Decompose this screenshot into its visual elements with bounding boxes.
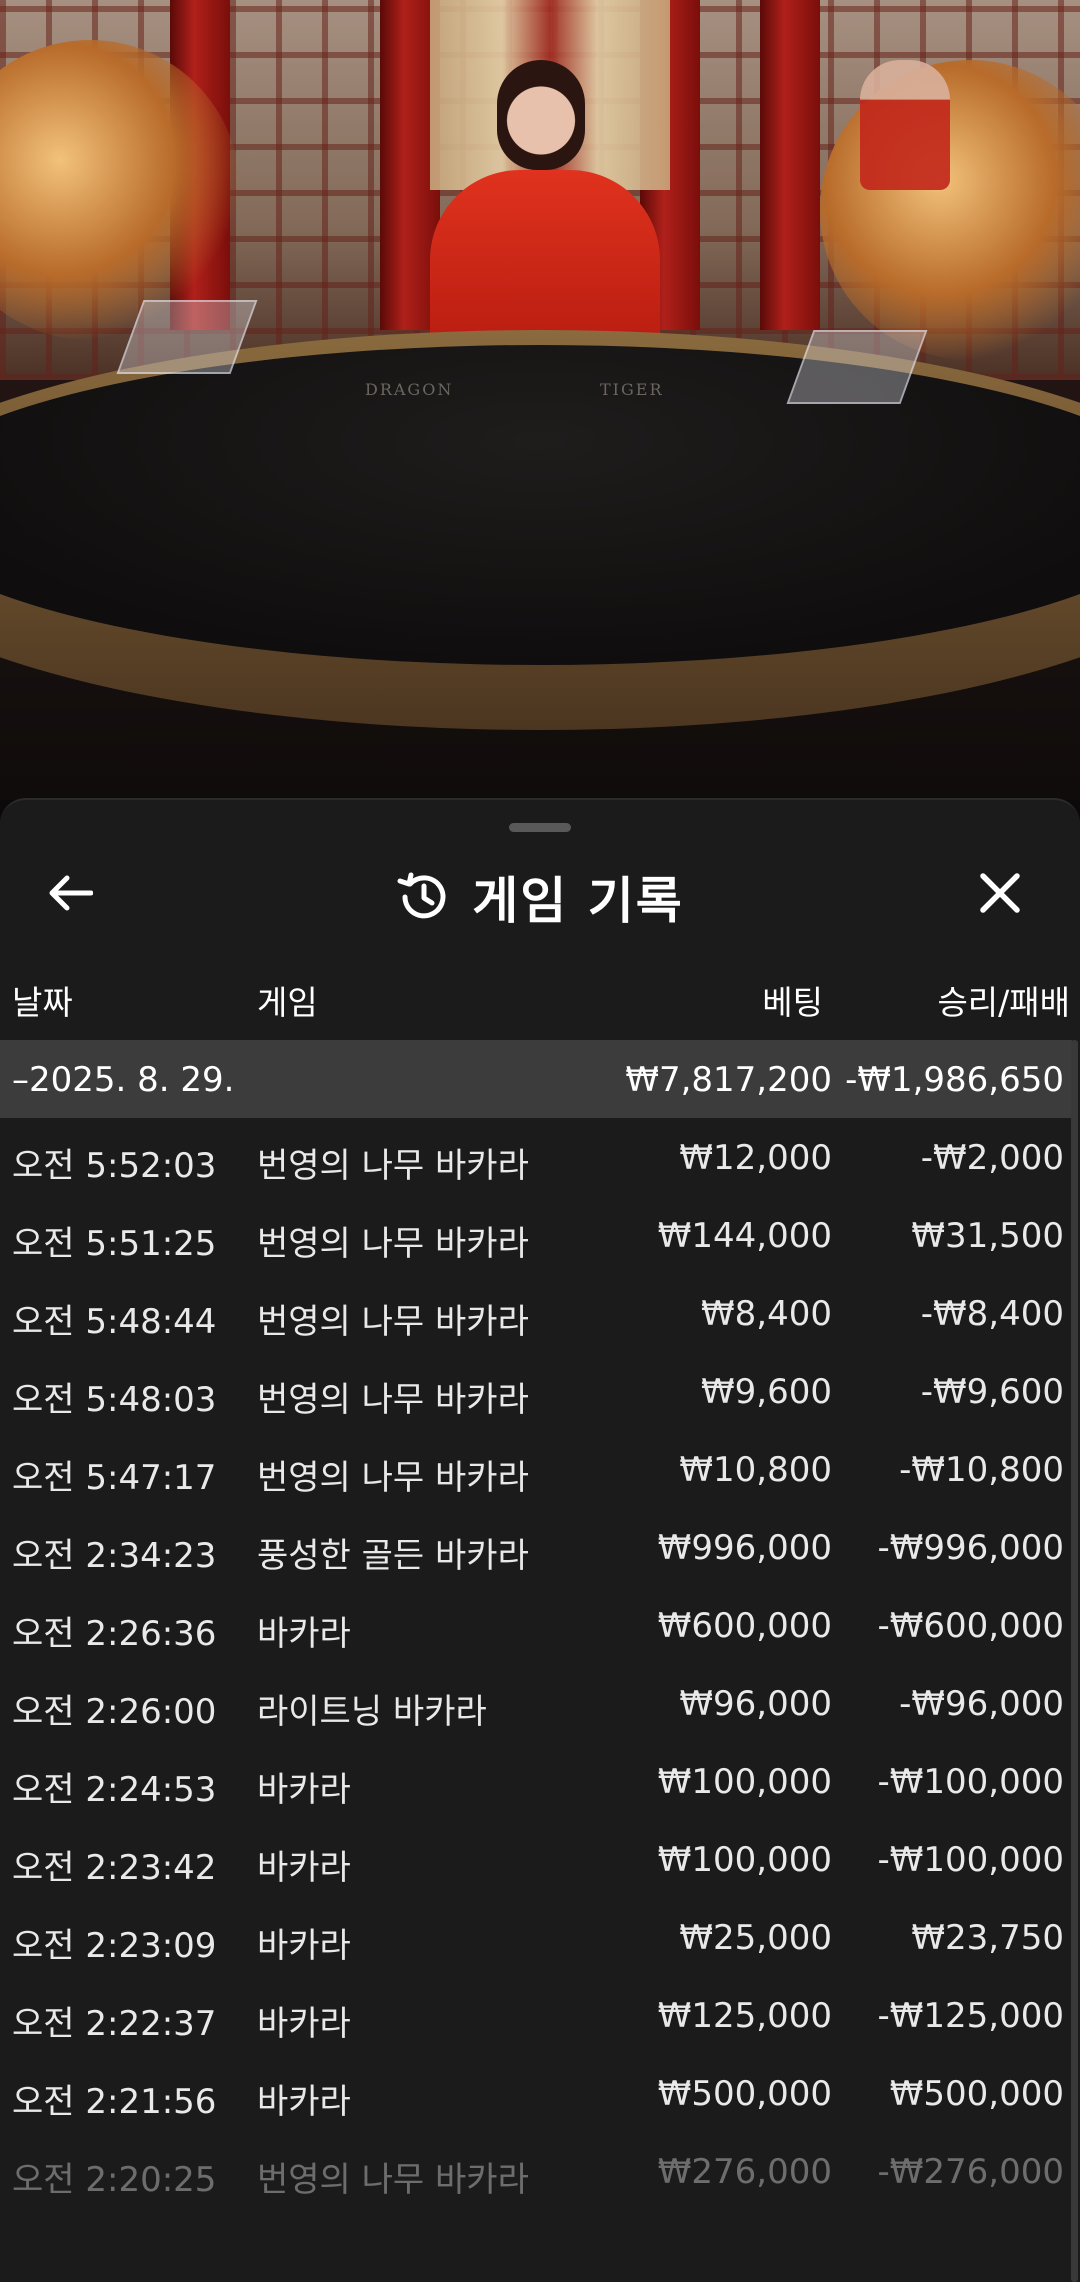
date-total-bet: ₩7,817,200 xyxy=(625,1060,832,1100)
history-row[interactable]: 오전 5:51:25 번영의 나무 바카라 ₩144,000 ₩31,500 xyxy=(0,1196,1072,1274)
history-row[interactable]: 오전 2:24:53 바카라 ₩100,000 -₩100,000 xyxy=(0,1742,1072,1820)
drag-handle[interactable] xyxy=(509,823,571,832)
history-row[interactable]: 오전 2:26:00 라이트닝 바카라 ₩96,000 -₩96,000 xyxy=(0,1664,1072,1742)
row-bet: ₩125,000 xyxy=(657,1996,832,2036)
sheet-title-group: 게임 기록 xyxy=(0,861,1080,933)
red-pillar xyxy=(760,0,820,330)
history-list: –2025. 8. 29. ₩7,817,200 -₩1,986,650 오전 … xyxy=(0,1040,1072,2210)
row-bet: ₩8,400 xyxy=(701,1294,832,1334)
row-time: 오전 2:34:23 xyxy=(12,1536,217,1576)
row-game: 바카라 xyxy=(257,1770,351,1810)
row-game: 번영의 나무 바카라 xyxy=(257,1380,529,1420)
row-time: 오전 2:23:42 xyxy=(12,1848,217,1888)
list-scrollbar[interactable] xyxy=(1071,1040,1078,2282)
table-felt xyxy=(0,345,1080,665)
row-bet: ₩600,000 xyxy=(657,1606,832,1646)
row-time: 오전 5:47:17 xyxy=(12,1458,217,1498)
history-row[interactable]: 오전 2:20:25 번영의 나무 바카라 ₩276,000 -₩276,000 xyxy=(0,2132,1072,2210)
dragon-label: DRAGON xyxy=(365,380,454,399)
row-game: 바카라 xyxy=(257,1926,351,1966)
row-time: 오전 2:26:36 xyxy=(12,1614,217,1654)
row-time: 오전 2:20:25 xyxy=(12,2160,217,2200)
row-bet: ₩10,800 xyxy=(679,1450,832,1490)
row-game: 바카라 xyxy=(257,2004,351,2044)
row-time: 오전 5:48:03 xyxy=(12,1380,217,1420)
history-row[interactable]: 오전 2:23:09 바카라 ₩25,000 ₩23,750 xyxy=(0,1898,1072,1976)
row-bet: ₩144,000 xyxy=(657,1216,832,1256)
row-result: -₩9,600 xyxy=(920,1372,1064,1412)
row-time: 오전 2:24:53 xyxy=(12,1770,217,1810)
row-result: ₩31,500 xyxy=(911,1216,1064,1256)
row-game: 번영의 나무 바카라 xyxy=(257,1224,529,1264)
history-row[interactable]: 오전 5:48:44 번영의 나무 바카라 ₩8,400 -₩8,400 xyxy=(0,1274,1072,1352)
row-result: -₩100,000 xyxy=(877,1762,1065,1802)
history-clock-icon xyxy=(397,872,446,919)
history-row[interactable]: 오전 2:23:42 바카라 ₩100,000 -₩100,000 xyxy=(0,1820,1072,1898)
row-bet: ₩996,000 xyxy=(657,1528,832,1568)
row-time: 오전 5:51:25 xyxy=(12,1224,217,1264)
row-bet: ₩25,000 xyxy=(679,1918,832,1958)
row-game: 번영의 나무 바카라 xyxy=(257,1458,529,1498)
game-history-sheet: 게임 기록 날짜 게임 베팅 승리/패배 –2025. 8. 29. ₩7,81… xyxy=(0,798,1080,2282)
row-game: 번영의 나무 바카라 xyxy=(257,2160,529,2200)
row-time: 오전 2:26:00 xyxy=(12,1692,217,1732)
row-result: -₩125,000 xyxy=(877,1996,1065,2036)
row-bet: ₩500,000 xyxy=(657,2074,832,2114)
row-result: ₩23,750 xyxy=(911,1918,1064,1958)
row-result: -₩996,000 xyxy=(877,1528,1065,1568)
history-row[interactable]: 오전 2:21:56 바카라 ₩500,000 ₩500,000 xyxy=(0,2054,1072,2132)
column-header-bet: 베팅 xyxy=(762,983,823,1022)
row-time: 오전 5:48:44 xyxy=(12,1302,217,1342)
history-row[interactable]: 오전 2:34:23 풍성한 골든 바카라 ₩996,000 -₩996,000 xyxy=(0,1508,1072,1586)
row-game: 라이트닝 바카라 xyxy=(257,1692,487,1732)
column-header-result: 승리/패배 xyxy=(937,983,1070,1022)
row-bet: ₩100,000 xyxy=(657,1840,832,1880)
date-group-header[interactable]: –2025. 8. 29. ₩7,817,200 -₩1,986,650 xyxy=(0,1040,1072,1118)
live-video-background: DRAGON TIGER xyxy=(0,0,1080,800)
column-header-row: 날짜 게임 베팅 승리/패배 xyxy=(0,972,1080,1022)
row-bet: ₩96,000 xyxy=(679,1684,832,1724)
row-bet: ₩276,000 xyxy=(657,2152,832,2192)
row-result: -₩10,800 xyxy=(899,1450,1064,1490)
row-result: -₩2,000 xyxy=(920,1138,1064,1178)
close-x-icon xyxy=(980,873,1020,913)
row-game: 바카라 xyxy=(257,2082,351,2122)
date-group-label: –2025. 8. 29. xyxy=(12,1060,235,1100)
close-button[interactable] xyxy=(965,863,1035,923)
history-row[interactable]: 오전 5:47:17 번영의 나무 바카라 ₩10,800 -₩10,800 xyxy=(0,1430,1072,1508)
row-bet: ₩12,000 xyxy=(679,1138,832,1178)
row-game: 바카라 xyxy=(257,1614,351,1654)
row-result: -₩276,000 xyxy=(877,2152,1065,2192)
row-bet: ₩9,600 xyxy=(701,1372,832,1412)
column-header-game: 게임 xyxy=(257,983,318,1022)
row-game: 풍성한 골든 바카라 xyxy=(257,1536,529,1576)
row-time: 오전 2:21:56 xyxy=(12,2082,217,2122)
date-total-result: -₩1,986,650 xyxy=(845,1060,1064,1100)
row-game: 바카라 xyxy=(257,1848,351,1888)
history-row[interactable]: 오전 2:26:36 바카라 ₩600,000 -₩600,000 xyxy=(0,1586,1072,1664)
row-result: -₩8,400 xyxy=(920,1294,1064,1334)
row-time: 오전 2:23:09 xyxy=(12,1926,217,1966)
dealer-head xyxy=(497,60,585,170)
row-bet: ₩100,000 xyxy=(657,1762,832,1802)
row-result: -₩600,000 xyxy=(877,1606,1065,1646)
history-row[interactable]: 오전 5:52:03 번영의 나무 바카라 ₩12,000 -₩2,000 xyxy=(0,1118,1072,1196)
dealer-body xyxy=(430,170,660,350)
history-row[interactable]: 오전 5:48:03 번영의 나무 바카라 ₩9,600 -₩9,600 xyxy=(0,1352,1072,1430)
tiger-label: TIGER xyxy=(600,380,664,399)
row-result: -₩96,000 xyxy=(899,1684,1064,1724)
background-dealer xyxy=(860,60,950,190)
row-game: 번영의 나무 바카라 xyxy=(257,1302,529,1342)
row-time: 오전 2:22:37 xyxy=(12,2004,217,2044)
row-result: ₩500,000 xyxy=(889,2074,1064,2114)
row-result: -₩100,000 xyxy=(877,1840,1065,1880)
row-time: 오전 5:52:03 xyxy=(12,1146,217,1186)
sheet-title: 게임 기록 xyxy=(472,872,684,930)
column-header-date: 날짜 xyxy=(12,983,73,1022)
sheet-header: 게임 기록 xyxy=(0,845,1080,935)
row-game: 번영의 나무 바카라 xyxy=(257,1146,529,1186)
history-row[interactable]: 오전 2:22:37 바카라 ₩125,000 -₩125,000 xyxy=(0,1976,1072,2054)
